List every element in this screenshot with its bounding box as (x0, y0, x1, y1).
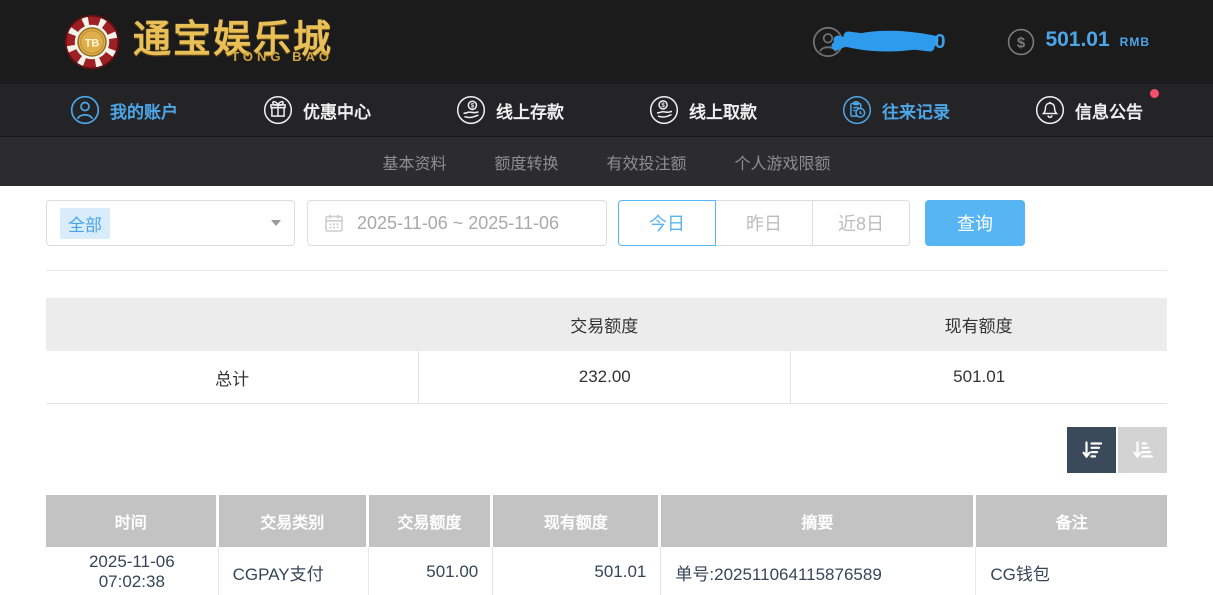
balance-amount: 501.01 (1045, 28, 1109, 52)
sub-navigation: 基本资料 额度转换 有效投注额 个人游戏限额 (0, 137, 1213, 186)
poker-chip-logo-icon: TB (63, 13, 121, 71)
cell-type: CGPAY支付 (219, 547, 369, 595)
col-header-time: 时间 (46, 495, 219, 547)
account-icon (70, 95, 100, 125)
nav-item-announcements[interactable]: 信息公告 (1035, 95, 1143, 125)
sort-descending-button[interactable] (1067, 427, 1116, 473)
subnav-item-basic-info[interactable]: 基本资料 (382, 150, 446, 174)
table-row: 2025-11-06 07:02:38 CGPAY支付 501.00 501.0… (46, 547, 1167, 595)
date-range-input[interactable]: 2025-11-06 ~ 2025-11-06 (307, 200, 607, 246)
gift-icon (263, 95, 293, 125)
brand-logo[interactable]: TB 通宝娱乐城 TONG BAO (63, 13, 333, 71)
nav-item-withdraw[interactable]: $ 线上取款 (649, 95, 757, 125)
yesterday-button[interactable]: 昨日 (715, 200, 813, 246)
summary-header-empty (46, 298, 418, 351)
date-range-value: 2025-11-06 ~ 2025-11-06 (357, 213, 559, 234)
sort-amount-asc-icon (1131, 438, 1155, 462)
top-header: TB 通宝娱乐城 TONG BAO 0 (0, 0, 1213, 84)
svg-text:$: $ (1017, 35, 1026, 51)
notification-dot (1150, 89, 1159, 98)
sort-amount-desc-icon (1080, 438, 1104, 462)
nav-item-promotions[interactable]: 优惠中心 (263, 95, 371, 125)
dollar-coin-icon: $ (1007, 28, 1035, 56)
cell-remark: CG钱包 (976, 547, 1167, 595)
summary-total-label: 总计 (46, 351, 418, 404)
col-header-transaction: 交易额度 (369, 495, 493, 547)
last-8-days-button[interactable]: 近8日 (812, 200, 910, 246)
summary-total-row: 总计 232.00 501.01 (46, 351, 1167, 404)
main-navigation: 我的账户 优惠中心 $ 线上存款 $ 线上取款 (0, 84, 1213, 137)
records-header-row: 时间 交易类别 交易额度 现有额度 摘要 备注 (46, 495, 1167, 547)
balance-currency: RMB (1120, 35, 1150, 49)
nav-label: 线上取款 (689, 98, 757, 123)
quick-date-button-group: 今日 昨日 近8日 (618, 200, 910, 246)
summary-table: 交易额度 现有额度 总计 232.00 501.01 (46, 298, 1167, 404)
transaction-type-select[interactable]: 全部 (46, 200, 295, 246)
subnav-item-game-limits[interactable]: 个人游戏限额 (735, 150, 831, 174)
summary-total-balance: 501.01 (790, 351, 1167, 404)
records-table: 时间 交易类别 交易额度 现有额度 摘要 备注 2025-11-06 07:02… (46, 495, 1167, 595)
today-button[interactable]: 今日 (618, 200, 716, 246)
nav-item-my-account[interactable]: 我的账户 (70, 95, 178, 125)
nav-label: 我的账户 (110, 98, 178, 123)
subnav-item-credit-transfer[interactable]: 额度转换 (494, 150, 558, 174)
cell-transaction: 501.00 (369, 547, 493, 595)
nav-label: 信息公告 (1075, 98, 1143, 123)
sort-controls (46, 427, 1167, 473)
cell-balance: 501.01 (493, 547, 661, 595)
col-header-summary: 摘要 (661, 495, 976, 547)
filter-bar: 全部 2025-11-06 ~ 2025-11-06 今日 昨日 近8日 查询 (46, 200, 1167, 246)
summary-total-transaction: 232.00 (418, 351, 790, 404)
chevron-down-icon (271, 220, 281, 226)
deposit-icon: $ (456, 95, 486, 125)
bell-icon (1035, 95, 1065, 125)
nav-label: 往来记录 (882, 98, 950, 123)
summary-header-balance: 现有额度 (790, 298, 1167, 351)
withdraw-icon: $ (649, 95, 679, 125)
svg-text:TB: TB (85, 38, 100, 50)
subnav-item-valid-bets[interactable]: 有效投注额 (607, 150, 687, 174)
wallet-balance[interactable]: $ 501.01 RMB (1007, 28, 1150, 56)
nav-item-deposit[interactable]: $ 线上存款 (456, 95, 564, 125)
nav-label: 优惠中心 (303, 98, 371, 123)
calendar-icon (324, 213, 344, 233)
username-scribble-mask (830, 27, 942, 57)
selected-type-value: 全部 (60, 208, 110, 239)
query-button[interactable]: 查询 (925, 200, 1025, 246)
section-divider (46, 270, 1167, 271)
summary-header-row: 交易额度 现有额度 (46, 298, 1167, 351)
col-header-balance: 现有额度 (493, 495, 661, 547)
nav-item-records[interactable]: 往来记录 (842, 95, 950, 125)
col-header-type: 交易类别 (219, 495, 369, 547)
user-account[interactable]: 0 (812, 26, 945, 58)
main-content: 全部 2025-11-06 ~ 2025-11-06 今日 昨日 近8日 查询 (0, 186, 1213, 595)
col-header-remark: 备注 (976, 495, 1167, 547)
summary-header-transaction: 交易额度 (418, 298, 790, 351)
cell-summary: 单号:202511064115876589 (661, 547, 976, 595)
nav-label: 线上存款 (496, 98, 564, 123)
records-clipboard-icon (842, 95, 872, 125)
username-masked: 0 (830, 27, 945, 57)
sort-ascending-button[interactable] (1118, 427, 1167, 473)
username-visible-suffix: 0 (934, 31, 945, 54)
cell-time: 2025-11-06 07:02:38 (46, 547, 219, 595)
